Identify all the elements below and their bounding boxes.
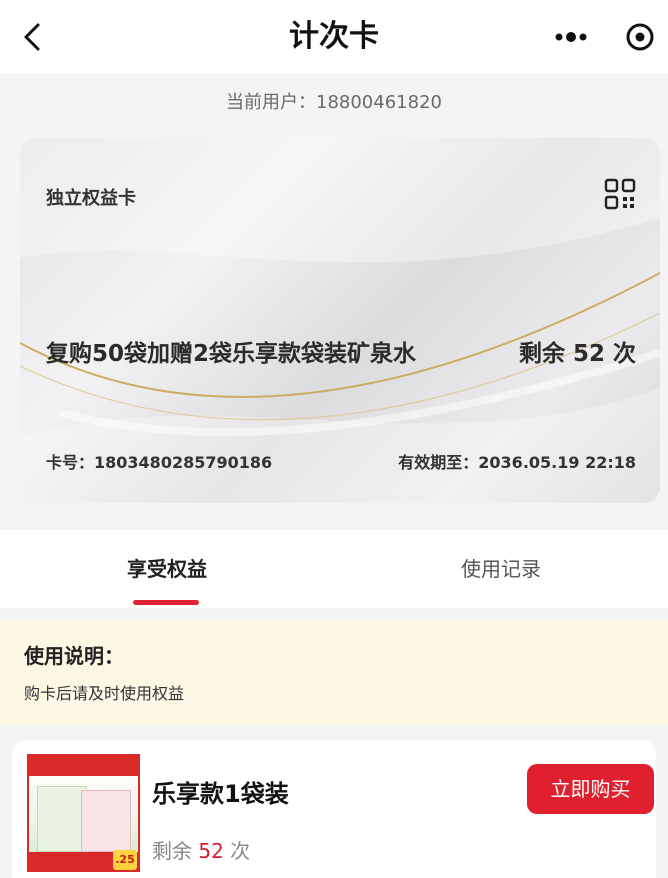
product-remaining-count: 52 [198,839,224,863]
card-expiry: 有效期至：2036.05.19 22:18 [398,449,636,473]
card-expiry-value: 2036.05.19 22:18 [478,453,636,472]
more-dots-icon [555,32,587,42]
product-image-banner [29,756,138,776]
card-product-name: 复购50袋加赠2袋乐享款袋装矿泉水 [46,341,417,367]
product-image-price-badge: .25 [113,850,137,870]
benefit-card: 独立权益卡 复购50袋加赠2袋乐享款袋装矿泉水 剩余 52 次 卡号：18034… [20,138,660,503]
card-remaining-count: 52 [572,341,605,367]
water-bag-green [37,786,87,852]
water-bag-pink [81,790,131,852]
active-tab-indicator [133,600,199,605]
tab-usage-records[interactable]: 使用记录 [334,530,668,608]
buy-now-button[interactable]: 立即购买 [527,764,654,814]
current-user-phone: 18800461820 [316,92,442,113]
qr-code-button[interactable] [604,178,636,210]
product-remaining-prefix: 剩余 [152,839,192,863]
product-name: 乐享款1袋装 [152,780,289,808]
current-user: 当前用户：18800461820 [0,88,668,114]
product-remaining: 剩余 52 次 [152,835,250,864]
product-remaining-suffix: 次 [230,839,251,863]
product-item: .25 乐享款1袋装 剩余 52 次 立即购买 [12,740,656,878]
notice-text: 购卡后请及时使用权益 [24,684,185,703]
card-remaining-suffix: 次 [613,341,636,367]
more-button[interactable] [548,22,594,52]
card-number: 卡号：1803480285790186 [46,449,272,473]
qr-code-icon [604,178,636,210]
card-number-label: 卡号： [46,453,95,472]
page: 计次卡 当前用户：18800461820 独立权益卡 复购50袋加赠2袋乐享款袋… [0,0,668,878]
card-expiry-label: 有效期至： [398,453,479,472]
target-icon [626,23,654,51]
tab-benefits[interactable]: 享受权益 [0,530,334,608]
nav-bar: 计次卡 [0,0,668,74]
notice-title: 使用说明： [24,644,124,668]
close-miniprogram-button[interactable] [620,17,660,57]
usage-notice: 使用说明： 购卡后请及时使用权益 [0,620,668,725]
card-remaining-prefix: 剩余 [518,341,565,367]
current-user-label: 当前用户： [226,92,316,113]
card-number-value: 1803480285790186 [94,453,273,472]
card-type-label: 独立权益卡 [46,188,136,209]
product-image: .25 [27,754,140,872]
tab-bar: 享受权益 使用记录 [0,530,668,608]
card-remaining: 剩余 52 次 [519,334,636,368]
